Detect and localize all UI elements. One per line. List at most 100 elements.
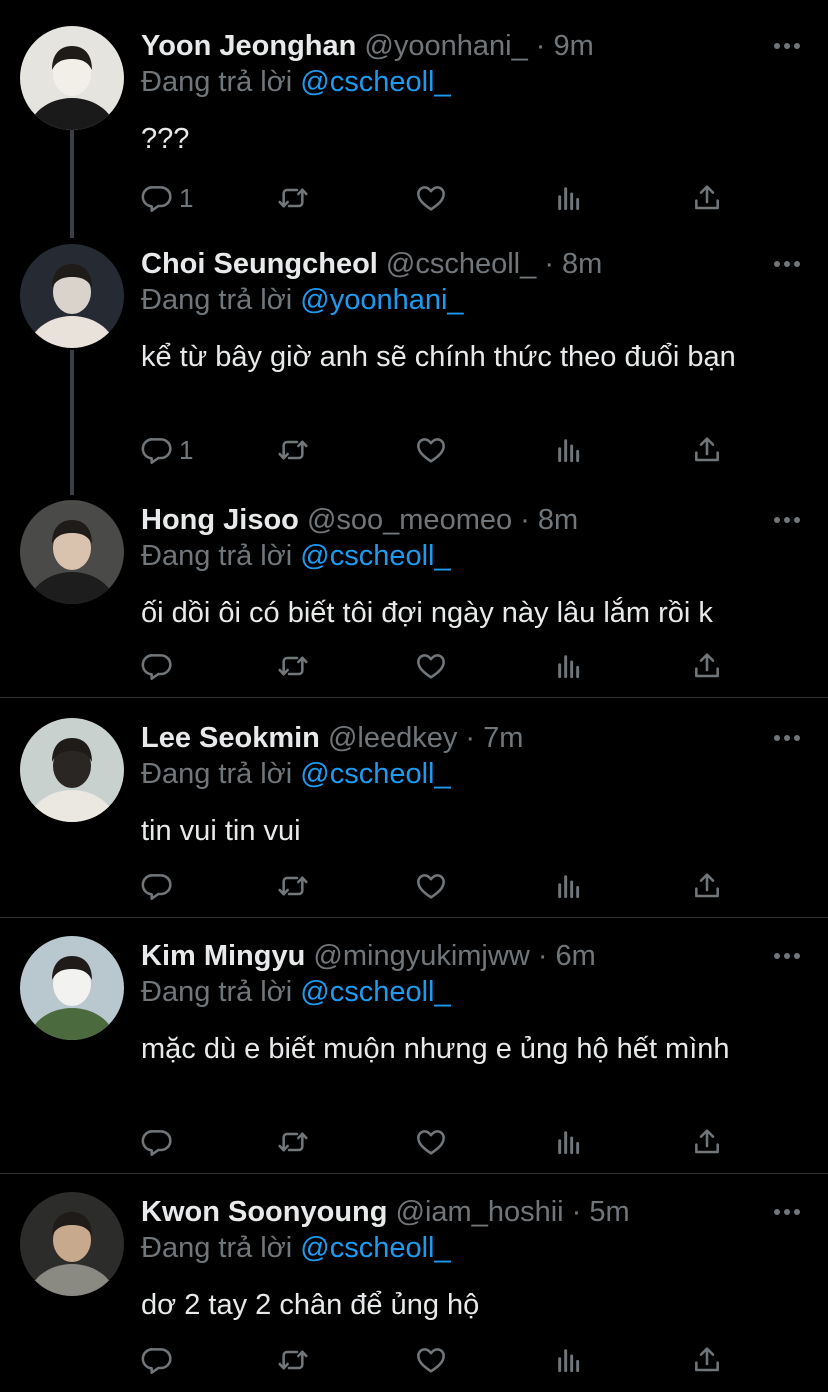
retweet-button[interactable] bbox=[277, 1340, 309, 1380]
timestamp[interactable]: 8m bbox=[538, 504, 578, 536]
like-button[interactable] bbox=[415, 178, 447, 218]
tweet-text: mặc dù e biết muộn nhưng e ủng hộ hết mì… bbox=[141, 1033, 730, 1065]
timestamp[interactable]: 5m bbox=[589, 1196, 629, 1228]
display-name[interactable]: Yoon Jeonghan bbox=[141, 30, 356, 62]
views-icon bbox=[558, 439, 580, 463]
mention-link[interactable]: @cscheoll_ bbox=[300, 1232, 450, 1264]
share-button[interactable] bbox=[691, 430, 723, 470]
mention-link[interactable]: @cscheoll_ bbox=[300, 758, 450, 790]
avatar-image bbox=[20, 26, 124, 130]
user-handle[interactable]: @yoonhani_ bbox=[364, 30, 535, 62]
user-handle[interactable]: @leedkey bbox=[328, 722, 465, 754]
reply-button[interactable] bbox=[141, 1122, 179, 1162]
like-button[interactable] bbox=[415, 1340, 447, 1380]
avatar[interactable] bbox=[20, 26, 124, 130]
tweet-header: Kwon Soonyoung @iam_hoshii · 5m bbox=[141, 1192, 630, 1232]
reply-button[interactable]: 1 bbox=[141, 430, 193, 470]
tweet[interactable]: Kim Mingyu @mingyukimjww · 6m Đang trả l… bbox=[0, 936, 828, 1166]
separator-dot: · bbox=[465, 722, 484, 754]
more-icon[interactable] bbox=[774, 261, 800, 269]
reply-icon bbox=[141, 874, 172, 900]
views-button[interactable] bbox=[553, 646, 585, 686]
timestamp[interactable]: 6m bbox=[556, 940, 596, 972]
like-button[interactable] bbox=[415, 866, 447, 906]
timestamp[interactable]: 8m bbox=[562, 248, 602, 280]
replying-to: Đang trả lời @cscheoll_ bbox=[141, 66, 451, 99]
tweet[interactable]: Lee Seokmin @leedkey · 7m Đang trả lời @… bbox=[0, 718, 828, 910]
avatar-image bbox=[20, 500, 124, 604]
like-icon bbox=[417, 186, 445, 211]
tweet[interactable]: Kwon Soonyoung @iam_hoshii · 5m Đang trả… bbox=[0, 1192, 828, 1384]
avatar[interactable] bbox=[20, 500, 124, 604]
tweet-text: kể từ bây giờ anh sẽ chính thức theo đuổ… bbox=[141, 341, 736, 373]
avatar[interactable] bbox=[20, 936, 124, 1040]
divider bbox=[0, 917, 828, 918]
replying-to-label: Đang trả lời bbox=[141, 66, 301, 98]
reply-button[interactable] bbox=[141, 866, 179, 906]
views-button[interactable] bbox=[553, 866, 585, 906]
reply-button[interactable]: 1 bbox=[141, 178, 193, 218]
share-icon bbox=[695, 185, 719, 210]
views-button[interactable] bbox=[553, 1122, 585, 1162]
more-icon[interactable] bbox=[774, 43, 800, 51]
avatar-image bbox=[20, 244, 124, 348]
views-icon bbox=[558, 875, 580, 899]
retweet-button[interactable] bbox=[277, 1122, 309, 1162]
avatar[interactable] bbox=[20, 1192, 124, 1296]
views-button[interactable] bbox=[553, 1340, 585, 1380]
like-button[interactable] bbox=[415, 1122, 447, 1162]
reply-button[interactable] bbox=[141, 646, 179, 686]
display-name[interactable]: Kim Mingyu bbox=[141, 940, 305, 972]
user-handle[interactable]: @iam_hoshii bbox=[396, 1196, 572, 1228]
user-handle[interactable]: @soo_meomeo bbox=[307, 504, 520, 536]
display-name[interactable]: Lee Seokmin bbox=[141, 722, 320, 754]
like-icon bbox=[417, 654, 445, 679]
avatar[interactable] bbox=[20, 244, 124, 348]
views-button[interactable] bbox=[553, 178, 585, 218]
more-icon[interactable] bbox=[774, 735, 800, 743]
more-icon[interactable] bbox=[774, 1209, 800, 1217]
tweet[interactable]: Hong Jisoo @soo_meomeo · 8m Đang trả lời… bbox=[0, 500, 828, 690]
share-icon bbox=[695, 1347, 719, 1372]
share-icon bbox=[695, 437, 719, 462]
tweet-header: Hong Jisoo @soo_meomeo · 8m bbox=[141, 500, 578, 540]
like-button[interactable] bbox=[415, 646, 447, 686]
reply-button[interactable] bbox=[141, 1340, 179, 1380]
tweet-text: ??? bbox=[141, 123, 190, 155]
retweet-button[interactable] bbox=[277, 866, 309, 906]
display-name[interactable]: Choi Seungcheol bbox=[141, 248, 378, 280]
user-handle[interactable]: @cscheoll_ bbox=[386, 248, 544, 280]
views-button[interactable] bbox=[553, 430, 585, 470]
retweet-icon bbox=[278, 1132, 308, 1152]
share-button[interactable] bbox=[691, 178, 723, 218]
retweet-button[interactable] bbox=[277, 646, 309, 686]
replying-to: Đang trả lời @cscheoll_ bbox=[141, 540, 451, 573]
share-button[interactable] bbox=[691, 1340, 723, 1380]
retweet-button[interactable] bbox=[277, 430, 309, 470]
retweet-button[interactable] bbox=[277, 178, 309, 218]
mention-link[interactable]: @yoonhani_ bbox=[300, 284, 463, 316]
tweet[interactable]: Yoon Jeonghan @yoonhani_ · 9m Đang trả l… bbox=[0, 26, 828, 222]
share-button[interactable] bbox=[691, 646, 723, 686]
avatar[interactable] bbox=[20, 718, 124, 822]
share-button[interactable] bbox=[691, 1122, 723, 1162]
tweet[interactable]: Choi Seungcheol @cscheoll_ · 8m Đang trả… bbox=[0, 244, 828, 474]
mention-link[interactable]: @cscheoll_ bbox=[300, 540, 450, 572]
mention-link[interactable]: @cscheoll_ bbox=[300, 976, 450, 1008]
mention-link[interactable]: @cscheoll_ bbox=[300, 66, 450, 98]
retweet-icon bbox=[278, 1350, 308, 1370]
share-button[interactable] bbox=[691, 866, 723, 906]
more-icon[interactable] bbox=[774, 953, 800, 961]
separator-dot: · bbox=[520, 504, 538, 536]
avatar-image bbox=[20, 718, 124, 822]
timestamp[interactable]: 9m bbox=[553, 30, 593, 62]
replying-to-label: Đang trả lời bbox=[141, 284, 301, 316]
user-handle[interactable]: @mingyukimjww bbox=[313, 940, 537, 972]
timestamp[interactable]: 7m bbox=[483, 722, 523, 754]
replying-to-label: Đang trả lời bbox=[141, 976, 301, 1008]
more-icon[interactable] bbox=[774, 517, 800, 525]
reply-icon bbox=[141, 1130, 172, 1156]
like-button[interactable] bbox=[415, 430, 447, 470]
display-name[interactable]: Kwon Soonyoung bbox=[141, 1196, 387, 1228]
display-name[interactable]: Hong Jisoo bbox=[141, 504, 299, 536]
